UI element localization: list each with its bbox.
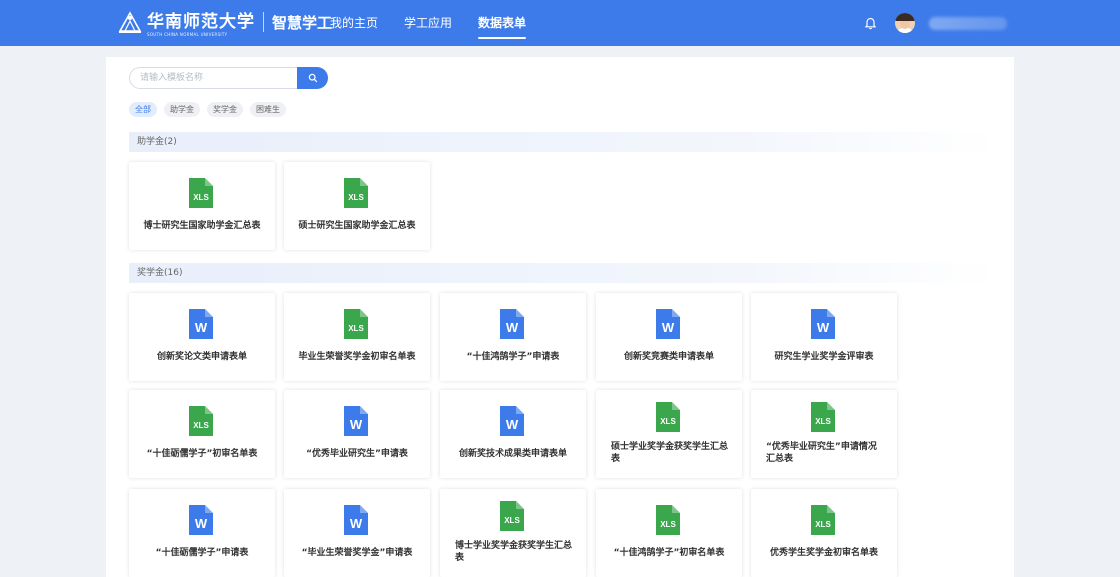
template-title: 创新奖技术成果类申请表单 xyxy=(458,449,567,459)
avatar[interactable] xyxy=(895,13,915,33)
doc-icon-label: W xyxy=(662,320,675,335)
word-file-icon: W xyxy=(500,406,524,436)
xls-file-icon: XLS xyxy=(344,309,368,339)
university-emblem-icon xyxy=(118,11,142,33)
search-button[interactable] xyxy=(297,67,328,89)
template-title: “十佳鸿鹄学子”初审名单表 xyxy=(613,548,725,558)
word-file-icon: W xyxy=(189,505,213,535)
xls-file-icon: XLS xyxy=(656,402,680,432)
template-card[interactable]: XLS 博士学业奖学金获奖学生汇总表 xyxy=(440,489,586,577)
word-file-icon: W xyxy=(656,309,680,339)
xls-file-icon: XLS xyxy=(811,505,835,535)
template-card[interactable]: W 研究生学业奖学金评审表 xyxy=(751,293,897,381)
university-name: 华南师范大学 xyxy=(147,12,255,32)
filter-all[interactable]: 全部 xyxy=(129,102,157,117)
xls-file-icon: XLS xyxy=(189,406,213,436)
xls-icon-label: XLS xyxy=(348,324,364,333)
template-card[interactable]: W 创新奖论文类申请表单 xyxy=(129,293,275,381)
template-card[interactable]: XLS “十佳砺儒学子”初审名单表 xyxy=(129,390,275,478)
xls-icon-label: XLS xyxy=(193,421,209,430)
template-card[interactable]: XLS “优秀毕业研究生”申请情况汇总表 xyxy=(751,390,897,478)
template-card[interactable]: XLS 优秀学生奖学金初审名单表 xyxy=(751,489,897,577)
filter-hardship[interactable]: 困难生 xyxy=(250,102,286,117)
template-title: 毕业生荣誉奖学金初审名单表 xyxy=(298,352,416,362)
xls-icon-label: XLS xyxy=(348,193,364,202)
doc-icon-label: W xyxy=(506,417,519,432)
xls-icon-label: XLS xyxy=(815,520,831,529)
xls-icon-label: XLS xyxy=(660,417,676,426)
bell-icon[interactable] xyxy=(864,17,877,30)
xls-file-icon: XLS xyxy=(656,505,680,535)
template-card[interactable]: W “优秀毕业研究生”申请表 xyxy=(284,390,430,478)
doc-icon-label: W xyxy=(817,320,830,335)
university-logo[interactable]: 华南师范大学 SOUTH CHINA NORMAL UNIVERSITY 智慧学… xyxy=(117,9,333,37)
xls-file-icon: XLS xyxy=(344,178,368,208)
section-header-grant: 助学金(2) xyxy=(129,132,997,152)
doc-icon-label: W xyxy=(350,516,363,531)
system-name: 智慧学工 xyxy=(272,13,333,32)
top-header: 华南师范大学 SOUTH CHINA NORMAL UNIVERSITY 智慧学… xyxy=(0,0,1120,46)
nav-data-forms[interactable]: 数据表单 xyxy=(478,0,527,46)
filter-scholarship[interactable]: 奖学金 xyxy=(207,102,243,117)
search-icon xyxy=(308,73,317,83)
xls-icon-label: XLS xyxy=(815,417,831,426)
template-card[interactable]: W 创新奖技术成果类申请表单 xyxy=(440,390,586,478)
template-card[interactable]: W “十佳砺儒学子”申请表 xyxy=(129,489,275,577)
template-title: “毕业生荣誉奖学金”申请表 xyxy=(301,548,413,558)
template-card[interactable]: W 创新奖竞赛类申请表单 xyxy=(596,293,742,381)
template-title: 博士学业奖学金获奖学生汇总表 xyxy=(455,541,573,563)
xls-file-icon: XLS xyxy=(811,402,835,432)
username[interactable]: ********** xyxy=(929,17,1007,30)
template-title: 硕士学业奖学金获奖学生汇总表 xyxy=(611,442,729,464)
xls-icon-label: XLS xyxy=(193,193,209,202)
template-title: 优秀学生奖学金初审名单表 xyxy=(769,548,878,558)
doc-icon-label: W xyxy=(195,516,208,531)
template-card[interactable]: XLS 毕业生荣誉奖学金初审名单表 xyxy=(284,293,430,381)
template-card[interactable]: W “毕业生荣誉奖学金”申请表 xyxy=(284,489,430,577)
university-name-en: SOUTH CHINA NORMAL UNIVERSITY xyxy=(147,32,228,37)
word-file-icon: W xyxy=(189,309,213,339)
template-title: 创新奖竞赛类申请表单 xyxy=(623,352,714,362)
category-filters: 全部 助学金 奖学金 困难生 xyxy=(129,102,293,117)
template-title: 研究生学业奖学金评审表 xyxy=(774,352,874,362)
logo-divider xyxy=(263,12,264,32)
template-title: “十佳砺儒学子”初审名单表 xyxy=(146,449,258,459)
xls-file-icon: XLS xyxy=(189,178,213,208)
doc-icon-label: W xyxy=(506,320,519,335)
nav-student-apps[interactable]: 学工应用 xyxy=(404,0,452,46)
template-card[interactable]: XLS 硕士研究生国家助学金汇总表 xyxy=(284,162,430,250)
template-title: 博士研究生国家助学金汇总表 xyxy=(143,221,261,231)
template-title: “十佳砺儒学子”申请表 xyxy=(155,548,249,558)
template-title: “优秀毕业研究生”申请情况汇总表 xyxy=(766,442,877,464)
doc-icon-label: W xyxy=(350,417,363,432)
word-file-icon: W xyxy=(500,309,524,339)
content-panel: 全部 助学金 奖学金 困难生 助学金(2) 奖学金(16) XLS 博士研究生国家… xyxy=(106,57,1014,577)
section-header-scholarship: 奖学金(16) xyxy=(129,263,997,283)
xls-icon-label: XLS xyxy=(660,520,676,529)
doc-icon-label: W xyxy=(195,320,208,335)
template-card[interactable]: XLS 硕士学业奖学金获奖学生汇总表 xyxy=(596,390,742,478)
xls-icon-label: XLS xyxy=(504,516,520,525)
search-input[interactable] xyxy=(129,67,297,89)
template-card[interactable]: XLS “十佳鸿鹄学子”初审名单表 xyxy=(596,489,742,577)
template-title: 硕士研究生国家助学金汇总表 xyxy=(298,221,416,231)
word-file-icon: W xyxy=(344,505,368,535)
template-title: 创新奖论文类申请表单 xyxy=(156,352,247,362)
template-title: “十佳鸿鹄学子”申请表 xyxy=(466,352,560,362)
search-bar xyxy=(129,67,328,89)
nav-my-home[interactable]: 我的主页 xyxy=(330,0,378,46)
filter-grant[interactable]: 助学金 xyxy=(164,102,200,117)
word-file-icon: W xyxy=(344,406,368,436)
main-nav: 我的主页 学工应用 数据表单 xyxy=(330,0,552,46)
template-card[interactable]: W “十佳鸿鹄学子”申请表 xyxy=(440,293,586,381)
template-title: “优秀毕业研究生”申请表 xyxy=(306,449,408,459)
word-file-icon: W xyxy=(811,309,835,339)
xls-file-icon: XLS xyxy=(500,501,524,531)
template-card[interactable]: XLS 博士研究生国家助学金汇总表 xyxy=(129,162,275,250)
